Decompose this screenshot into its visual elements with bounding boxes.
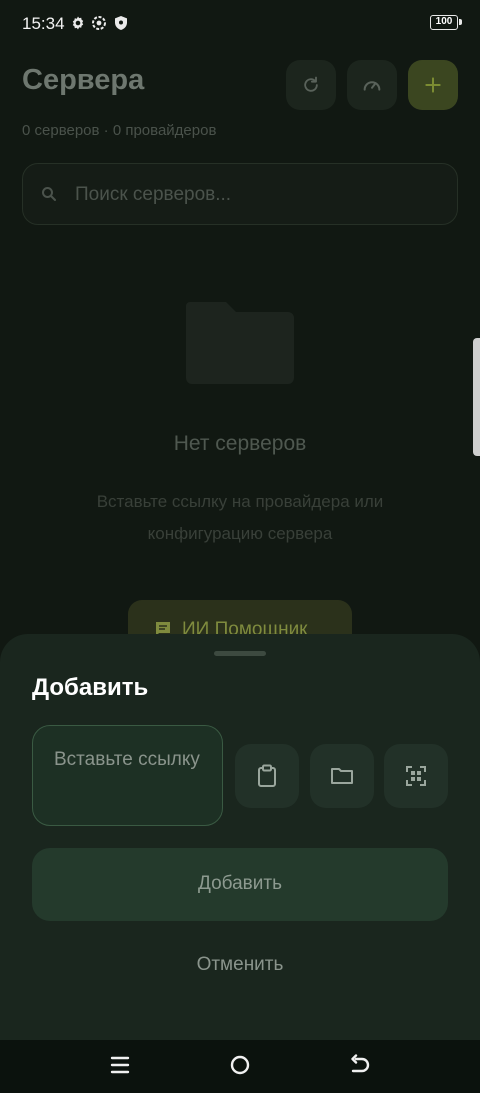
- battery-indicator: 100: [430, 15, 462, 30]
- edge-panel-handle[interactable]: [473, 338, 480, 456]
- refresh-button[interactable]: [286, 60, 336, 110]
- empty-state-title: Нет серверов: [173, 432, 307, 455]
- sheet-title: Добавить: [32, 674, 149, 701]
- cancel-button[interactable]: Отменить: [140, 954, 340, 976]
- page-title: Сервера: [22, 64, 145, 96]
- scan-qr-button[interactable]: [384, 744, 448, 808]
- back-icon[interactable]: [349, 1054, 371, 1076]
- search-icon: [42, 187, 56, 201]
- menu-icon[interactable]: [110, 1054, 130, 1076]
- app-screen: 15:34 100 Сервера 0 серверов · 0 провайд…: [0, 0, 480, 1093]
- refresh-icon: [304, 76, 318, 92]
- page-subtitle: 0 серверов · 0 провайдеров: [22, 122, 217, 139]
- sheet-drag-handle[interactable]: [214, 651, 266, 656]
- status-time: 15:34: [22, 14, 65, 33]
- home-icon[interactable]: [229, 1054, 251, 1076]
- folder-icon: [331, 768, 353, 784]
- status-bar: 15:34 100: [0, 0, 480, 48]
- empty-state-description: Вставьте ссылку на провайдера или конфиг…: [96, 492, 384, 543]
- link-input-placeholder: Вставьте ссылку: [54, 749, 200, 770]
- link-input[interactable]: Вставьте ссылку: [32, 725, 223, 826]
- paste-button[interactable]: [235, 744, 299, 808]
- settings-icon: [92, 16, 106, 30]
- search-input[interactable]: Поиск серверов...: [22, 163, 458, 225]
- shield-icon: [115, 16, 127, 30]
- add-button[interactable]: Добавить: [32, 848, 448, 921]
- clipboard-icon: [258, 764, 276, 787]
- gear-icon: [72, 16, 84, 30]
- open-file-button[interactable]: [310, 744, 374, 808]
- add-button-label: Добавить: [198, 873, 282, 894]
- speedometer-icon: [363, 81, 381, 91]
- add-server-button[interactable]: [408, 60, 458, 110]
- folder-icon: [186, 302, 294, 384]
- system-navigation-bar: [0, 1040, 480, 1093]
- search-placeholder: Поиск серверов...: [75, 184, 232, 205]
- plus-icon: [425, 77, 441, 93]
- add-bottom-sheet: Добавить Вставьте ссылку Добавить Отмени…: [0, 634, 480, 1040]
- qr-scan-icon: [406, 766, 426, 786]
- speedtest-button[interactable]: [347, 60, 397, 110]
